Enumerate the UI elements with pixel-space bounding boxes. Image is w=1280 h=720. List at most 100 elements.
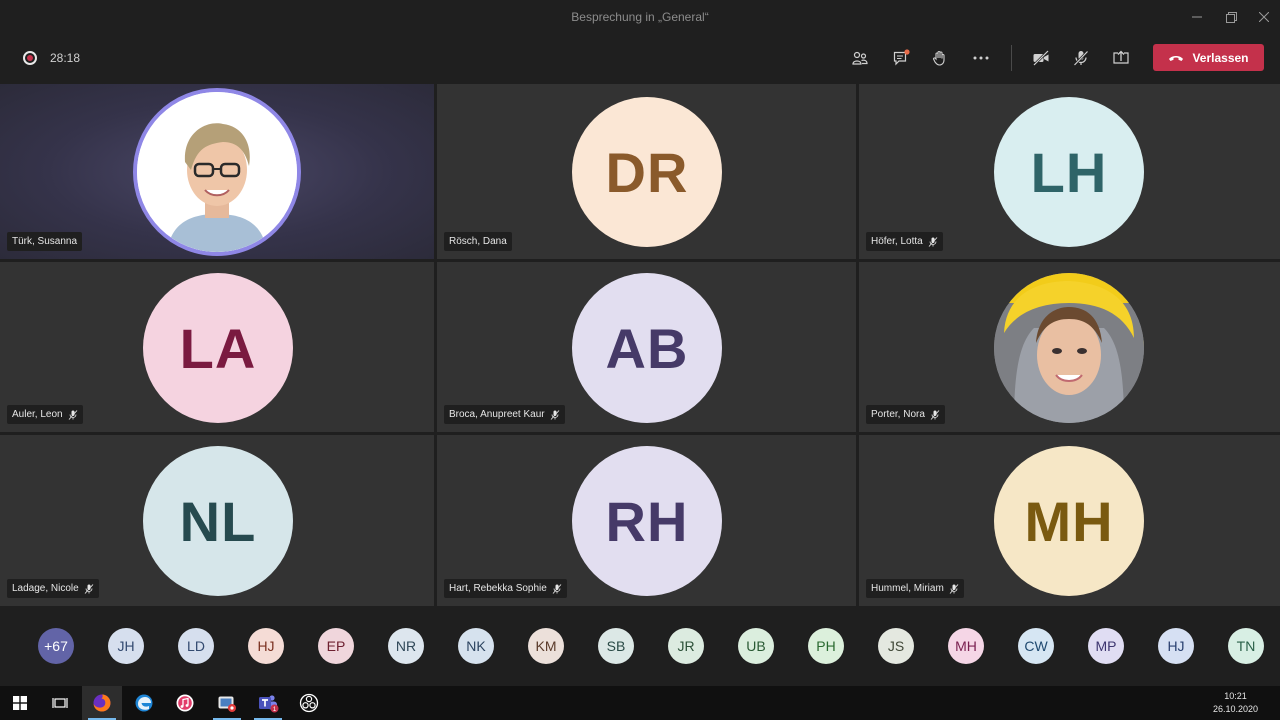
participant-chip[interactable]: HJ [1158,628,1194,664]
video-grid: Türk, Susanna DR Rösch, Dana LH Höfer, L… [0,84,1280,606]
task-view-button[interactable] [40,686,80,720]
restore-button[interactable] [1216,6,1246,28]
participant-strip: +67 JH LD HJ EP NR NK KM SB JR UB PH JS … [0,606,1280,686]
meeting-toolbar: 28:18 Verlassen [0,34,1280,82]
taskbar-edge[interactable] [124,686,164,720]
participant-chip[interactable]: PH [808,628,844,664]
participant-name-tag: Höfer, Lotta [866,232,943,251]
participant-tile[interactable]: Türk, Susanna [0,84,434,259]
participant-tile[interactable]: LH Höfer, Lotta [859,84,1280,259]
participant-photo [994,273,1144,423]
show-participants-button[interactable] [847,46,873,70]
more-participants-chip[interactable]: +67 [38,628,74,664]
participant-chip[interactable]: NR [388,628,424,664]
participant-chip[interactable]: LD [178,628,214,664]
taskbar-teams[interactable]: 1 [248,686,288,720]
participant-chip[interactable]: CW [1018,628,1054,664]
participant-chip[interactable]: JH [108,628,144,664]
mic-off-icon [1073,50,1089,66]
muted-mic-icon [84,583,94,594]
obs-icon [299,693,319,713]
participant-name: Hummel, Miriam [871,583,944,594]
share-screen-button[interactable] [1108,46,1134,70]
participant-chip[interactable]: TN [1228,628,1264,664]
participant-chip[interactable]: KM [528,628,564,664]
muted-mic-icon [552,583,562,594]
teams-icon: 1 [259,695,279,713]
window-title-bar: Besprechung in „General“ [0,0,1280,34]
participant-chip[interactable]: NK [458,628,494,664]
participant-name: Türk, Susanna [12,236,78,247]
participant-avatar: AB [572,273,722,423]
camera-off-icon [1033,50,1049,66]
clock-time: 10:21 [1224,691,1247,701]
participant-name-tag: Broca, Anupreet Kaur [444,405,565,424]
muted-mic-icon [949,583,959,594]
recording-icon [23,51,37,65]
participant-name-tag: Rösch, Dana [444,232,512,251]
participant-chip[interactable]: JR [668,628,704,664]
taskbar-firefox[interactable] [82,686,122,720]
participant-avatar: MH [994,446,1144,596]
participant-name-tag: Porter, Nora [866,405,945,424]
participant-name: Ladage, Nicole [12,583,79,594]
window-title: Besprechung in „General“ [571,10,709,24]
participant-name: Broca, Anupreet Kaur [449,409,545,420]
clock-date: 26.10.2020 [1212,704,1258,714]
participant-name-tag: Auler, Leon [7,405,83,424]
participant-name-tag: Hart, Rebekka Sophie [444,579,567,598]
camera-toggle-button[interactable] [1028,46,1054,70]
participant-tile[interactable]: RH Hart, Rebekka Sophie [437,435,856,606]
participant-chip[interactable]: JS [878,628,914,664]
muted-mic-icon [930,409,940,420]
system-clock[interactable]: 10:21 26.10.2020 [1213,690,1258,716]
participant-avatar: LA [143,273,293,423]
participant-chip[interactable]: MP [1088,628,1124,664]
hand-icon [933,50,945,66]
video-editor-icon [218,696,236,712]
meeting-timer: 28:18 [50,51,81,65]
more-actions-button[interactable] [968,46,994,70]
participant-tile[interactable]: MH Hummel, Miriam [859,435,1280,606]
hang-up-icon [1169,55,1184,61]
participant-tile[interactable]: LA Auler, Leon [0,262,434,432]
participant-name-tag: Hummel, Miriam [866,579,964,598]
leave-label: Verlassen [1192,50,1249,65]
music-icon [176,694,194,712]
participant-chip[interactable]: HJ [248,628,284,664]
participant-name: Hart, Rebekka Sophie [449,583,547,594]
close-icon [1259,12,1269,22]
participant-tile[interactable]: DR Rösch, Dana [437,84,856,259]
teams-badge: 1 [273,706,277,713]
participant-name: Rösch, Dana [449,236,507,247]
taskbar-video-editor[interactable] [207,686,247,720]
task-view-icon [52,698,68,708]
chat-icon [893,49,910,66]
close-window-button[interactable] [1249,6,1279,28]
taskbar-music[interactable] [165,686,205,720]
taskbar-obs[interactable] [289,686,329,720]
participant-tile[interactable]: NL Ladage, Nicole [0,435,434,606]
participant-tile[interactable]: AB Broca, Anupreet Kaur [437,262,856,432]
mic-toggle-button[interactable] [1068,46,1094,70]
leave-meeting-button[interactable]: Verlassen [1153,44,1264,71]
participant-name: Auler, Leon [12,409,63,420]
person-photo-icon [137,92,297,252]
participant-avatar: NL [143,446,293,596]
participant-tile[interactable]: Porter, Nora [859,262,1280,432]
edge-icon [135,694,153,712]
raise-hand-button[interactable] [927,46,953,70]
minimize-button[interactable] [1182,6,1212,28]
more-icon [973,56,989,60]
participant-chip[interactable]: SB [598,628,634,664]
start-button[interactable] [0,686,40,720]
participant-chip[interactable]: MH [948,628,984,664]
muted-mic-icon [928,236,938,247]
participant-name-tag: Ladage, Nicole [7,579,99,598]
show-conversation-button[interactable] [888,46,914,70]
participant-chip[interactable]: UB [738,628,774,664]
muted-mic-icon [550,409,559,420]
participant-chip[interactable]: EP [318,628,354,664]
firefox-icon [93,694,111,712]
windows-taskbar: 1 10:21 26.10.2020 [0,686,1280,720]
